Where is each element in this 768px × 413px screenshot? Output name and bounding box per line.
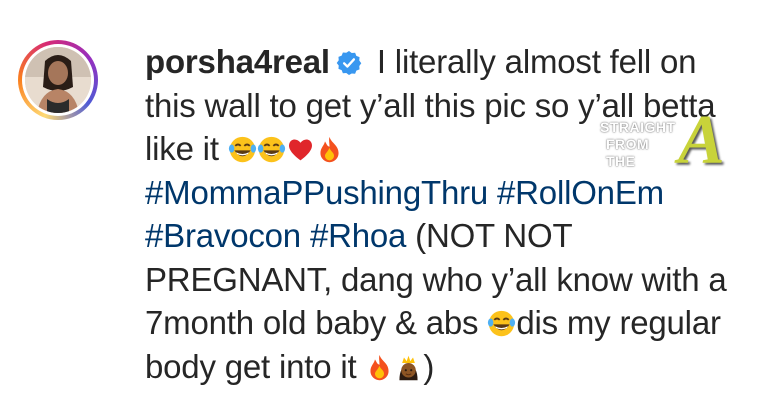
fire-icon (320, 136, 339, 163)
hashtag-link[interactable]: #MommaPPushingThru (145, 174, 488, 211)
watermark-line1: STRAIGHT (600, 119, 676, 135)
fire-icon (370, 354, 389, 380)
crown-princess-icon (399, 355, 418, 380)
comment-text: porsha4real I literally almost fell on t… (145, 40, 755, 388)
face-with-tears-of-joy-icon (488, 310, 516, 337)
avatar-photo (25, 47, 91, 113)
face-with-tears-of-joy-icon (228, 136, 256, 163)
caption-text-closing: ) (423, 347, 435, 385)
face-with-tears-of-joy-icon (257, 136, 285, 163)
red-heart-icon (288, 139, 312, 161)
watermark: STRAIGHT FROM THE A (600, 102, 750, 185)
watermark-line3: THE (606, 153, 636, 169)
username-link[interactable]: porsha4real (145, 43, 330, 80)
avatar[interactable] (25, 47, 91, 113)
verified-badge-icon (336, 50, 362, 76)
instagram-comment: porsha4real I literally almost fell on t… (0, 0, 768, 413)
hashtag-link[interactable]: #Rhoa (310, 217, 406, 254)
watermark-letter: A (678, 102, 725, 179)
watermark-line2: FROM (606, 136, 650, 152)
story-ring[interactable] (18, 40, 98, 120)
hashtag-link[interactable]: #Bravocon (145, 217, 301, 254)
